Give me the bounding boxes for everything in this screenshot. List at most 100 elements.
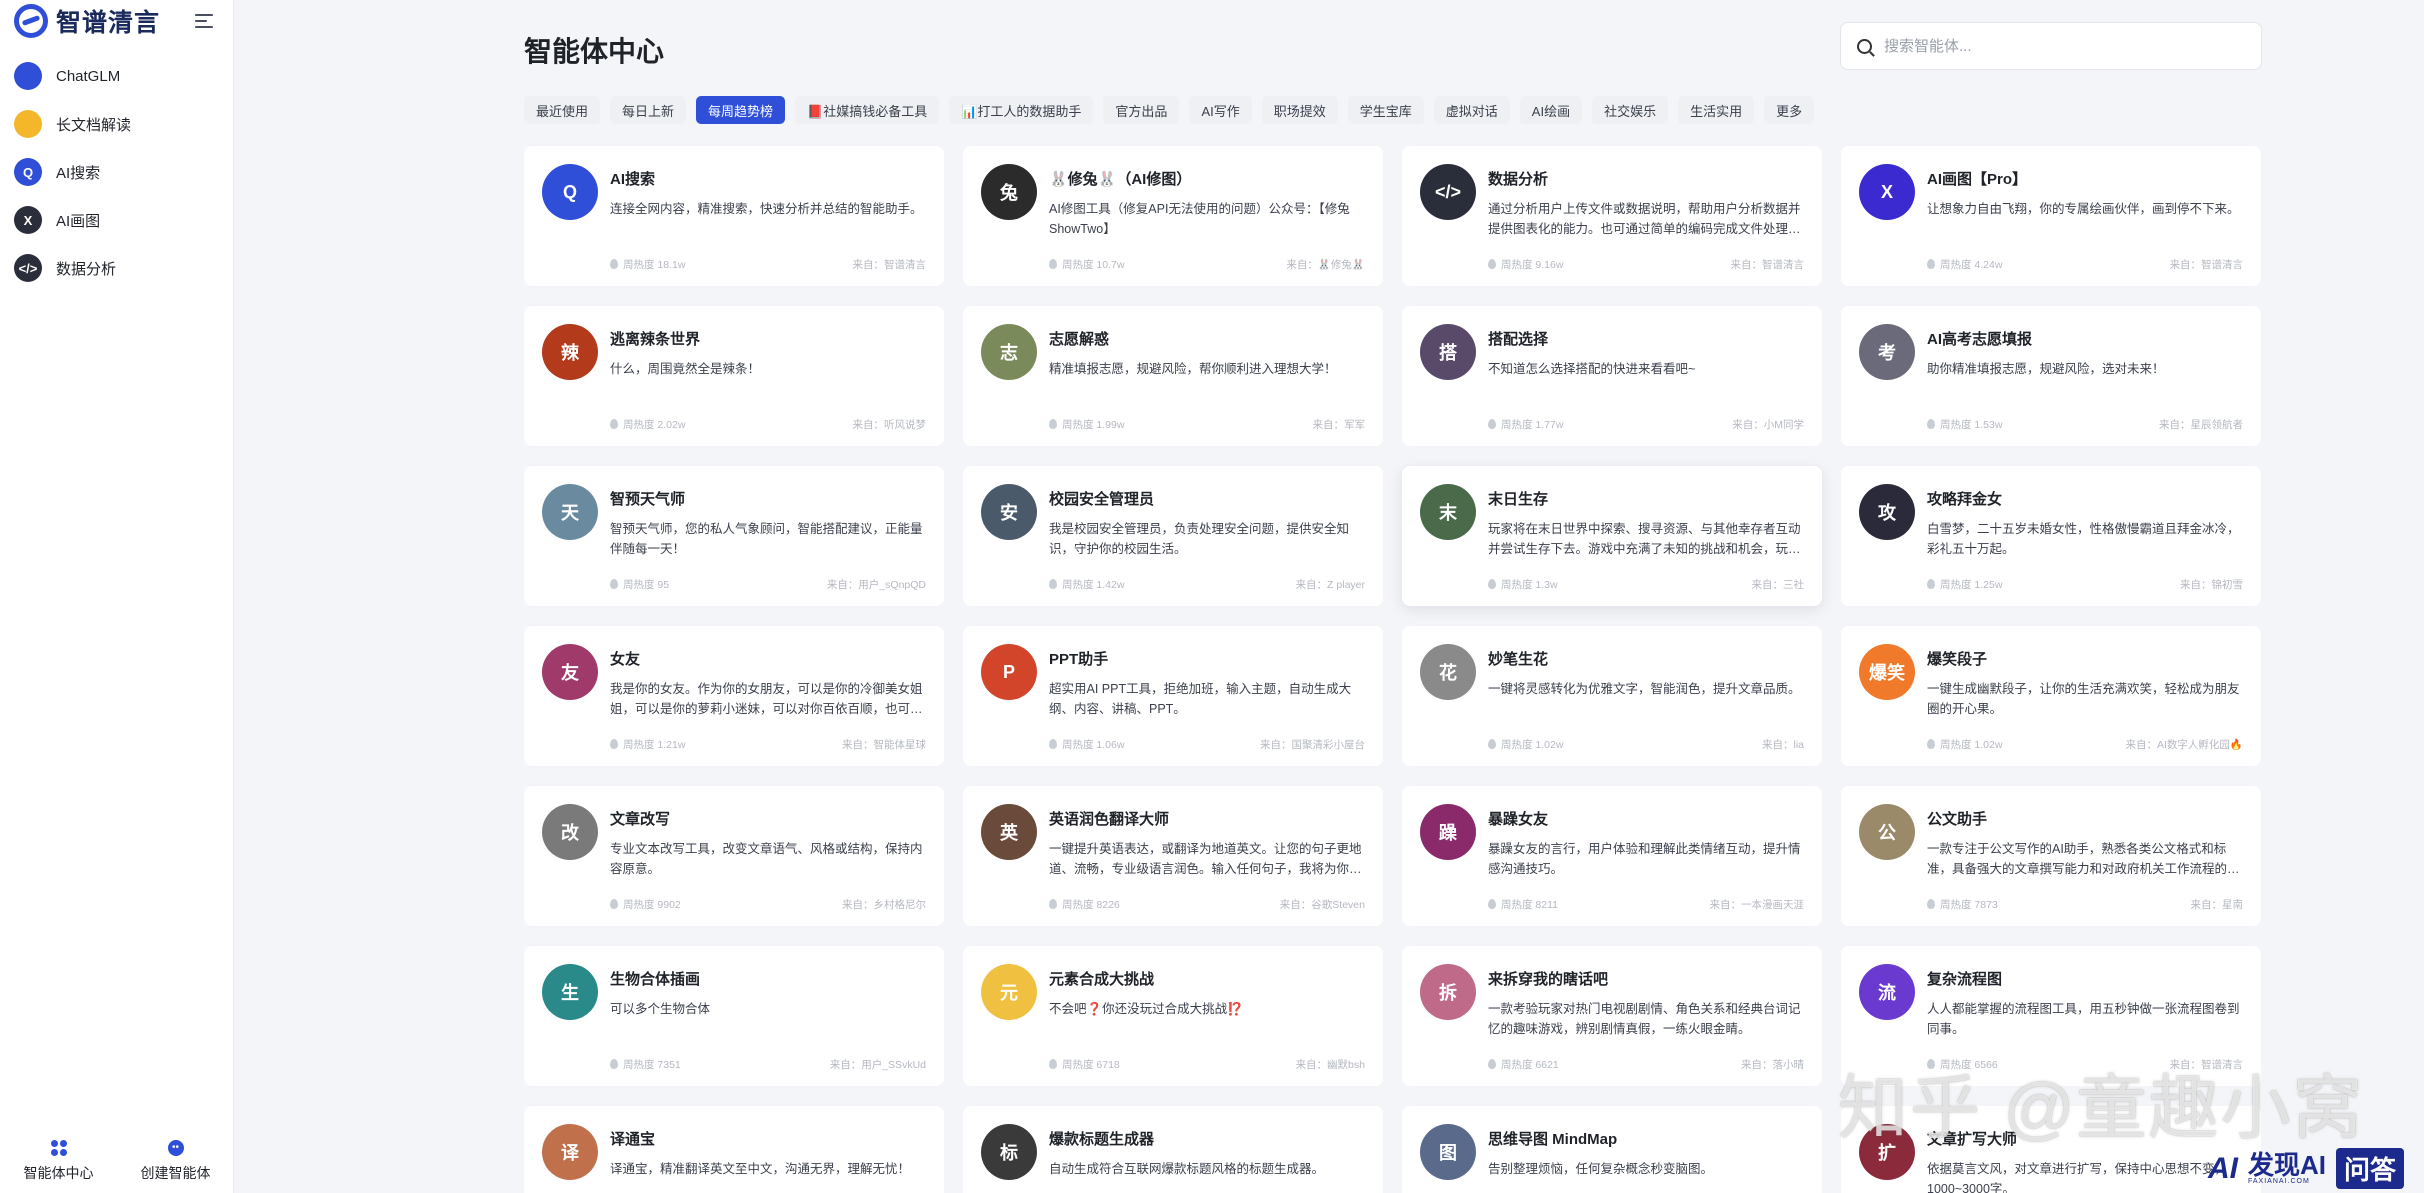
agent-heat-value: 周热度 95 [623, 579, 670, 591]
flame-icon [610, 1059, 618, 1069]
tab-12[interactable]: 生活实用 [1678, 96, 1755, 124]
agent-description: 专业文本改写工具，改变文章语气、风格或结构，保持内容原意。 [610, 842, 923, 876]
flame-icon [1049, 1059, 1057, 1069]
agent-heat: 周热度 9.16w [1488, 257, 1563, 272]
agent-source: 来自：用户_SSvkUd [829, 1059, 926, 1071]
agent-title: 末日生存 [1488, 491, 1549, 508]
agent-card[interactable]: 流复杂流程图 人人都能掌握的流程图工具，用五秒钟做一张流程图卷到同事。 周热度 65… [1841, 946, 2261, 1086]
tab-7[interactable]: 职场提效 [1261, 96, 1338, 124]
flame-icon [610, 899, 618, 909]
agent-title: 文章扩写大师 [1927, 1131, 2018, 1148]
agent-description: 可以多个生物合体 [610, 1002, 711, 1016]
agent-card[interactable]: 志志愿解惑 精准填报志愿，规避风险，帮你顺利进入理想大学！ 周热度 1.99w 来自：… [963, 306, 1383, 446]
agent-card-footer: 周热度 95 来自：用户_sQnpQD [610, 577, 926, 592]
agent-heat-value: 周热度 6566 [1940, 1059, 1998, 1071]
agent-title: 女友 [610, 651, 641, 668]
code-icon: </> [14, 254, 42, 282]
agent-card[interactable]: 搭搭配选择 不知道怎么选择搭配的快进来看看吧~ 周热度 1.77w 来自：小M同学 [1402, 306, 1822, 446]
agent-center-button[interactable]: 智能体中心 [0, 1129, 117, 1193]
agent-avatar: 爆笑 [1859, 644, 1915, 700]
category-tabs: 最近使用 每日上新 每周趋势榜 📕社媒搞钱必备工具 📊打工人的数据助手 官方出品 AI写作职… [524, 96, 1815, 124]
agent-card[interactable]: 译译通宝译通宝，精准翻译英文至中文，沟通无界，理解无忧！周热度 6301来自：用… [524, 1106, 944, 1193]
sidebar-item-0[interactable]: ChatGLM [0, 52, 233, 100]
agent-card[interactable]: X AI画图【Pro】 让想象力自由飞翔，你的专属绘画伙伴，画到停不下来。 周热度 4… [1841, 146, 2261, 286]
agent-card[interactable]: 生生物合体插画 可以多个生物合体 周热度 7351 来自：用户_SSvkUd [524, 946, 944, 1086]
agent-card[interactable]: 爆笑 爆笑段子 一键生成幽默段子，让你的生活充满欢笑，轻松成为朋友圈的开心果。 周热度… [1841, 626, 2261, 766]
tab-13[interactable]: 更多 [1764, 96, 1815, 124]
tab-0[interactable]: 最近使用 [524, 96, 601, 124]
agent-heat: 周热度 1.02w [1927, 737, 2002, 752]
agent-card-footer: 周热度 10.7w 来自：🐰修兔🐰 [1049, 257, 1365, 272]
agent-card[interactable]: 标爆款标题生成器自动生成符合互联网爆款标题风格的标题生成器。周热度 6190来自… [963, 1106, 1383, 1193]
tab-3[interactable]: 📕社媒搞钱必备工具 [795, 96, 940, 124]
tab-4[interactable]: 📊打工人的数据助手 [949, 96, 1094, 124]
agent-avatar: 志 [981, 324, 1037, 380]
agent-title: PPT助手 [1049, 651, 1109, 668]
collapse-sidebar-button[interactable] [195, 9, 219, 33]
agent-source: 来自：智谱清言 [852, 259, 927, 271]
agent-card[interactable]: 扩文章扩写大师 依据莫言文风，对文章进行扩写，保持中心思想不变，1000~3000… [1841, 1106, 2261, 1193]
agent-heat: 周热度 2.02w [610, 417, 685, 432]
sidebar-nav: ChatGLM 长文档解读 Q AI搜索 X AI画图 </> 数据分析 [0, 52, 233, 292]
agent-card-footer: 周热度 1.99w 来自：军军 [1049, 417, 1365, 432]
sidebar-item-1[interactable]: 长文档解读 [0, 100, 233, 148]
sidebar-item-2[interactable]: Q AI搜索 [0, 148, 233, 196]
tab-6[interactable]: AI写作 [1189, 96, 1252, 124]
agent-card[interactable]: 辣逃离辣条世界 什么，周围竟然全是辣条！ 周热度 2.02w 来自：听风说梦 [524, 306, 944, 446]
agent-card-footer: 周热度 4.24w 来自：智谱清言 [1927, 257, 2243, 272]
agent-source: 来自：听风说梦 [852, 419, 927, 431]
agent-card[interactable]: 天智预天气师 智预天气师，您的私人气象顾问，智能搭配建议，正能量伴随每一天！ 周热度… [524, 466, 944, 606]
agent-card[interactable]: 友女友 我是你的女友。作为你的女朋友，可以是你的冷御美女姐姐，可以是你的萝莉小迷妹… [524, 626, 944, 766]
sidebar-item-4[interactable]: </> 数据分析 [0, 244, 233, 292]
tab-10[interactable]: AI绘画 [1519, 96, 1583, 124]
agent-source: 来自：小M同学 [1732, 419, 1804, 431]
agent-card[interactable]: 躁暴躁女友 暴躁女友的言行，用户体验和理解此类情绪互动，提升情感沟通技巧。 周热度 … [1402, 786, 1822, 926]
agent-title: 复杂流程图 [1927, 971, 2003, 988]
search-input[interactable] [1884, 37, 2244, 55]
agent-card[interactable]: Q AI搜索 连接全网内容，精准搜索，快速分析并总结的智能助手。 周热度 18.1w 来… [524, 146, 944, 286]
agent-card-footer: 周热度 1.02w 来自：lia [1488, 737, 1804, 752]
agent-source: 来自：智谱清言 [2169, 259, 2244, 271]
tab-1[interactable]: 每日上新 [610, 96, 687, 124]
agent-avatar: 改 [542, 804, 598, 860]
tab-9[interactable]: 虚拟对话 [1433, 96, 1510, 124]
search-box[interactable] [1840, 22, 2262, 70]
tab-5[interactable]: 官方出品 [1103, 96, 1180, 124]
agent-description: 不会吧❓你还没玩过合成大挑战⁉️ [1049, 1002, 1243, 1016]
agent-card[interactable]: 安校园安全管理员 我是校园安全管理员，负责处理安全问题，提供安全知识，守护你的校园… [963, 466, 1383, 606]
agent-heat-value: 周热度 8226 [1062, 899, 1120, 911]
tab-11[interactable]: 社交娱乐 [1592, 96, 1669, 124]
agent-card[interactable]: 拆来拆穿我的瞎话吧 一款考验玩家对热门电视剧剧情、角色关系和经典台词记忆的趣味游戏… [1402, 946, 1822, 1086]
sidebar-item-3[interactable]: X AI画图 [0, 196, 233, 244]
tab-2[interactable]: 每周趋势榜 [696, 96, 786, 124]
agent-card[interactable]: 图思维导图 MindMap告别整理烦恼，任何复杂概念秒变脑图。周热度 6102来… [1402, 1106, 1822, 1193]
agent-card[interactable]: 元元素合成大挑战 不会吧❓你还没玩过合成大挑战⁉️ 周热度 6718 来自：幽默bsh [963, 946, 1383, 1086]
agent-card[interactable]: 攻攻略拜金女 白雪梦，二十五岁未婚女性，性格傲慢霸道且拜金冰冷，彩礼五十万起。 周热… [1841, 466, 2261, 606]
agent-card[interactable]: 花妙笔生花 一键将灵感转化为优雅文字，智能润色，提升文章品质。 周热度 1.02w 来… [1402, 626, 1822, 766]
agent-card[interactable]: 兔 🐰修兔🐰（AI修图） AI修图工具（修复API无法使用的问题）公众号：【修兔Sh… [963, 146, 1383, 286]
agent-card-footer: 周热度 1.21w 来自：智能体星球 [610, 737, 926, 752]
agent-heat-value: 周热度 6621 [1501, 1059, 1559, 1071]
agent-card[interactable]: 英英语润色翻译大师 一键提升英语表达，或翻译为地道英文。让您的句子更地道、流畅，专… [963, 786, 1383, 926]
agent-card[interactable]: 公公文助手 一款专注于公文写作的AI助手，熟悉各类公文格式和标准，具备强大的文章撰… [1841, 786, 2261, 926]
agent-card[interactable]: 改文章改写 专业文本改写工具，改变文章语气、风格或结构，保持内容原意。 周热度 99… [524, 786, 944, 926]
agent-card[interactable]: 末末日生存 玩家将在末日世界中探索、搜寻资源、与其他幸存者互动并尝试生存下去。游戏… [1402, 466, 1822, 606]
agent-description: 一款专注于公文写作的AI助手，熟悉各类公文格式和标准，具备强大的文章撰写能力和对… [1927, 842, 2240, 876]
create-agent-button[interactable]: •• 创建智能体 [117, 1129, 234, 1193]
agent-card[interactable]: 考 AI高考志愿填报 助你精准填报志愿，规避风险，选对未来！ 周热度 1.53w 来自：… [1841, 306, 2261, 446]
agent-source: 来自：三社 [1751, 579, 1805, 591]
agent-description: 告别整理烦恼，任何复杂概念秒变脑图。 [1488, 1162, 1714, 1176]
agent-heat: 周热度 1.42w [1049, 577, 1124, 592]
agent-card[interactable]: </> 数据分析 通过分析用户上传文件或数据说明，帮助用户分析数据并提供图表化的能力… [1402, 146, 1822, 286]
sidebar-item-label: 长文档解读 [56, 116, 132, 134]
agent-source: 来自：lia [1761, 739, 1804, 751]
flame-icon [1049, 579, 1057, 589]
agent-heat-value: 周热度 1.53w [1940, 419, 2003, 431]
sidebar-item-label: AI画图 [56, 212, 101, 230]
corner-logo-qa: 问答 [2336, 1148, 2405, 1189]
sidebar-item-label: 数据分析 [56, 260, 117, 278]
tab-8[interactable]: 学生宝库 [1347, 96, 1424, 124]
create-agent-label: 创建智能体 [140, 1164, 211, 1181]
agent-description: 精准填报志愿，规避风险，帮你顺利进入理想大学！ [1049, 362, 1337, 376]
agent-card[interactable]: P PPT助手 超实用AI PPT工具，拒绝加班，输入主题，自动生成大纲、内容、讲稿… [963, 626, 1383, 766]
